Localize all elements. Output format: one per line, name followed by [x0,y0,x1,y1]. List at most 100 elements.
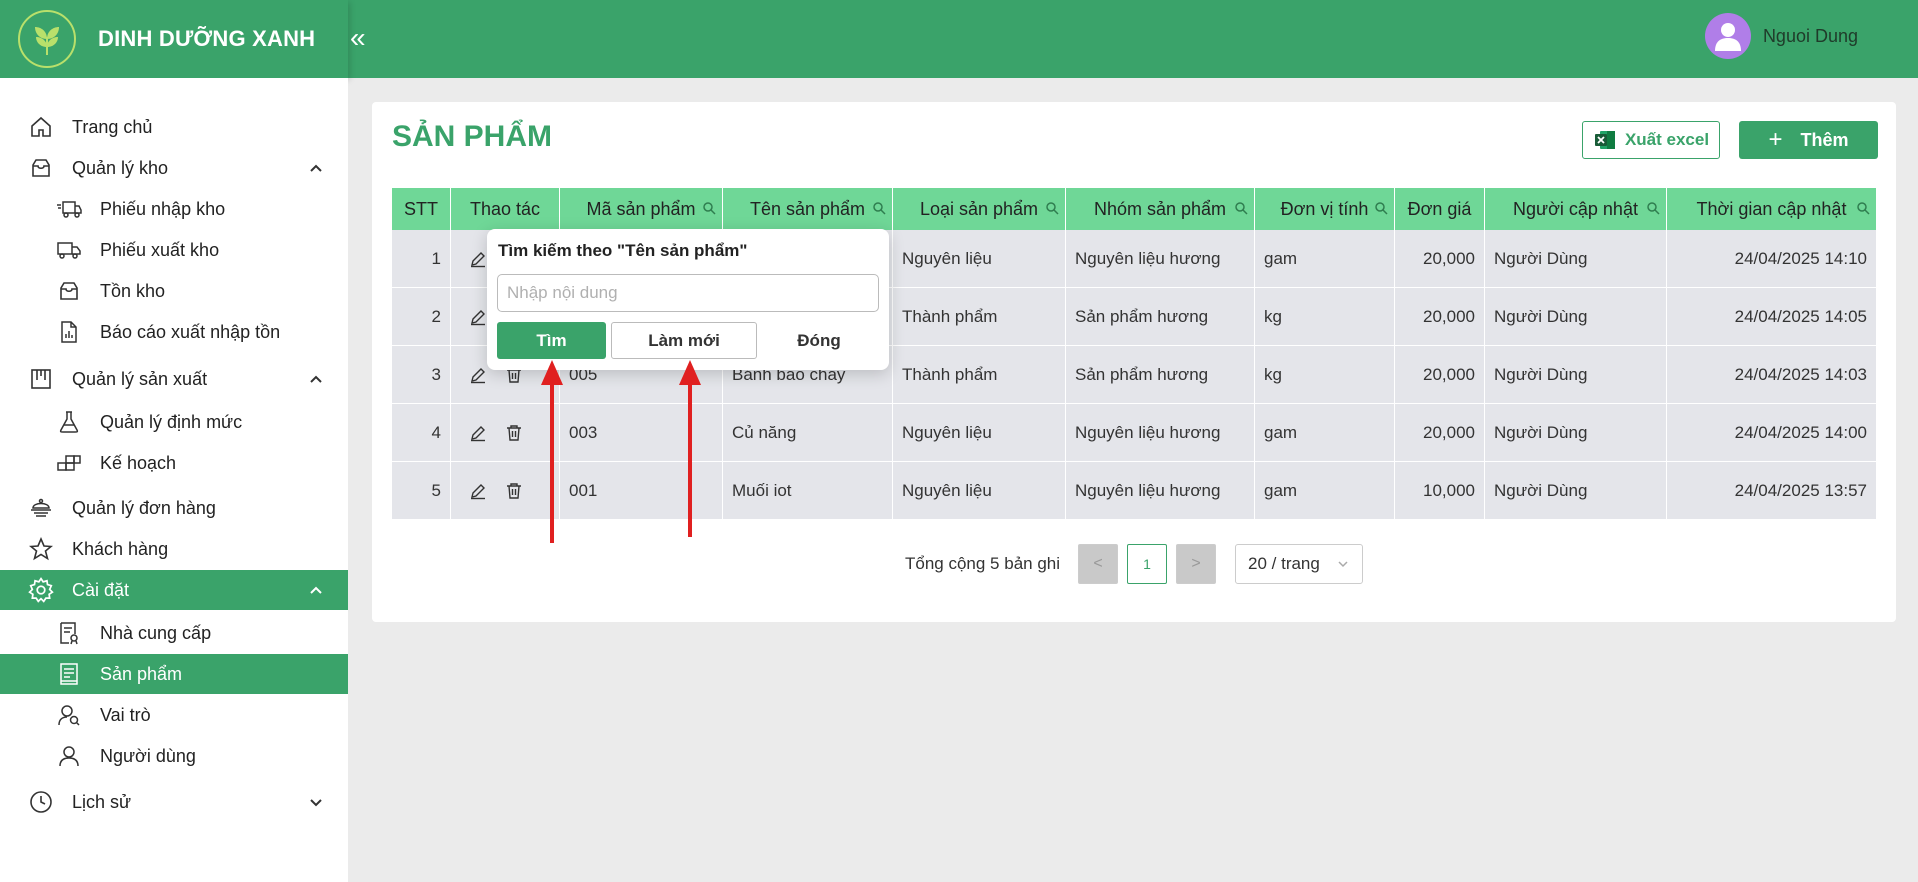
sidebar-item-production[interactable]: Quản lý sản xuất [0,359,348,399]
supplier-icon [56,620,82,646]
sidebar-item-stock-report[interactable]: Báo cáo xuất nhập tồn [0,312,348,352]
search-button[interactable]: Tìm [497,322,606,359]
sidebar-item-home[interactable]: Trang chủ [0,107,348,147]
collapse-sidebar-button[interactable]: « [350,20,370,56]
column-header-name[interactable]: Tên sản phẩm [723,188,893,230]
cell-group: Nguyên liệu hương [1066,230,1255,288]
column-header-stt: STT [392,188,451,230]
page-1-button[interactable]: 1 [1127,544,1168,584]
cell-type: Thành phẩm [893,346,1066,404]
cell-type: Thành phẩm [893,288,1066,346]
brand-bar: DINH DƯỠNG XANH [0,0,348,78]
column-header-type[interactable]: Loại sản phẩm [893,188,1066,230]
sidebar-item-label: Trang chủ [72,116,153,137]
search-icon[interactable] [1856,201,1870,215]
sidebar-item-orders[interactable]: Quản lý đơn hàng [0,488,348,528]
export-excel-button[interactable]: Xuất excel [1582,121,1720,159]
search-icon[interactable] [1646,201,1660,215]
cell-name: Muối iot [723,462,893,520]
next-page-button[interactable]: > [1176,544,1217,584]
edit-icon[interactable] [469,482,487,500]
sidebar-item-history[interactable]: Lịch sử [0,782,348,822]
sidebar-item-label: Phiếu xuất kho [100,239,220,260]
cell-unit: kg [1255,346,1395,404]
cell-stt: 3 [392,346,451,404]
sidebar-item-label: Người dùng [100,745,196,766]
column-header-code[interactable]: Mã sản phẩm [560,188,723,230]
inbox-icon [28,155,54,181]
plus-icon: + [1768,126,1783,153]
column-search-popup: Tìm kiếm theo "Tên sản phẩm" Tìm Làm mới… [487,229,889,370]
edit-icon[interactable] [469,308,487,326]
sidebar-item-inventory[interactable]: Tồn kho [0,271,348,311]
popup-title: Tìm kiếm theo "Tên sản phẩm" [498,241,748,260]
cell-code: 003 [560,404,723,462]
sidebar-item-suppliers[interactable]: Nhà cung cấp [0,613,348,653]
column-header-actions: Thao tác [451,188,560,230]
sidebar-item-customers[interactable]: Khách hàng [0,529,348,569]
edit-icon[interactable] [469,424,487,442]
product-icon [56,661,82,687]
search-input[interactable] [497,274,879,312]
column-header-group[interactable]: Nhóm sản phẩm [1066,188,1255,230]
sidebar-item-export-slip[interactable]: Phiếu xuất kho [0,230,348,270]
page-size-value: 20 / trang [1248,554,1320,573]
excel-icon [1594,131,1615,149]
sidebar-item-import-slip[interactable]: Phiếu nhập kho [0,189,348,229]
factory-icon [28,366,54,392]
sidebar-item-norms[interactable]: Quản lý định mức [0,402,348,442]
box-icon [56,278,82,304]
delete-icon[interactable] [505,424,523,442]
chevron-up-icon [310,586,322,594]
user-name[interactable]: Nguoi Dung [1763,26,1858,47]
table-row: 4 003 Củ năng Nguyên liệu Nguyên liệu hương g… [392,404,1876,462]
home-icon [28,114,54,140]
search-icon[interactable] [1045,201,1059,215]
orders-icon [28,495,54,521]
sidebar-item-roles[interactable]: Vai trò [0,695,348,735]
cell-updated-by: Người Dùng [1485,230,1667,288]
cell-group: Sản phẩm hương [1066,288,1255,346]
logo [18,10,76,68]
blocks-icon [56,450,82,476]
export-excel-label: Xuất excel [1624,130,1710,149]
edit-icon[interactable] [469,250,487,268]
sidebar-item-label: Kế hoạch [100,452,177,473]
search-icon[interactable] [1234,201,1248,215]
cell-updated-by: Người Dùng [1485,462,1667,520]
delete-icon[interactable] [505,482,523,500]
cell-unit: gam [1255,462,1395,520]
page-size-select[interactable]: 20 / trang [1235,544,1364,584]
search-icon[interactable] [1374,201,1388,215]
user-menu[interactable]: Nguoi Dung [1704,13,1858,59]
cell-updated-time: 24/04/2025 14:10 [1734,249,1867,268]
role-icon [56,702,82,728]
column-header-updated-time[interactable]: Thời gian cập nhật [1667,188,1876,230]
chevron-down-icon [1338,561,1348,568]
cell-stt: 5 [392,462,451,520]
sidebar-item-label: Quản lý sản xuất [72,368,208,389]
sidebar-item-plan[interactable]: Kế hoạch [0,443,348,483]
sidebar-item-users[interactable]: Người dùng [0,736,348,776]
prev-page-button[interactable]: < [1078,544,1119,584]
total-records: Tổng cộng 5 bản ghi [905,554,1061,573]
sidebar-item-warehouse[interactable]: Quản lý kho [0,148,348,188]
sidebar-item-settings[interactable]: Cài đặt [0,570,348,610]
close-button[interactable]: Đóng [762,322,876,359]
column-header-updated-by[interactable]: Người cập nhật [1485,188,1667,230]
column-header-unit[interactable]: Đơn vị tính [1255,188,1395,230]
cell-type: Nguyên liệu [893,404,1066,462]
edit-icon[interactable] [469,366,487,384]
search-icon[interactable] [702,201,716,215]
star-icon [28,536,54,562]
avatar[interactable] [1704,13,1751,59]
search-icon[interactable] [872,201,886,215]
cell-group: Nguyên liệu hương [1066,404,1255,462]
sidebar: Trang chủ Quản lý kho Phiếu nhập kho Phi… [0,78,348,882]
sidebar-item-products[interactable]: Sản phẩm [0,654,348,694]
leaf-logo-icon [35,27,59,55]
column-header-price: Đơn giá [1395,188,1485,230]
add-button[interactable]: + Thêm [1739,121,1878,159]
chevron-up-icon [310,164,322,172]
reset-button[interactable]: Làm mới [611,322,757,359]
